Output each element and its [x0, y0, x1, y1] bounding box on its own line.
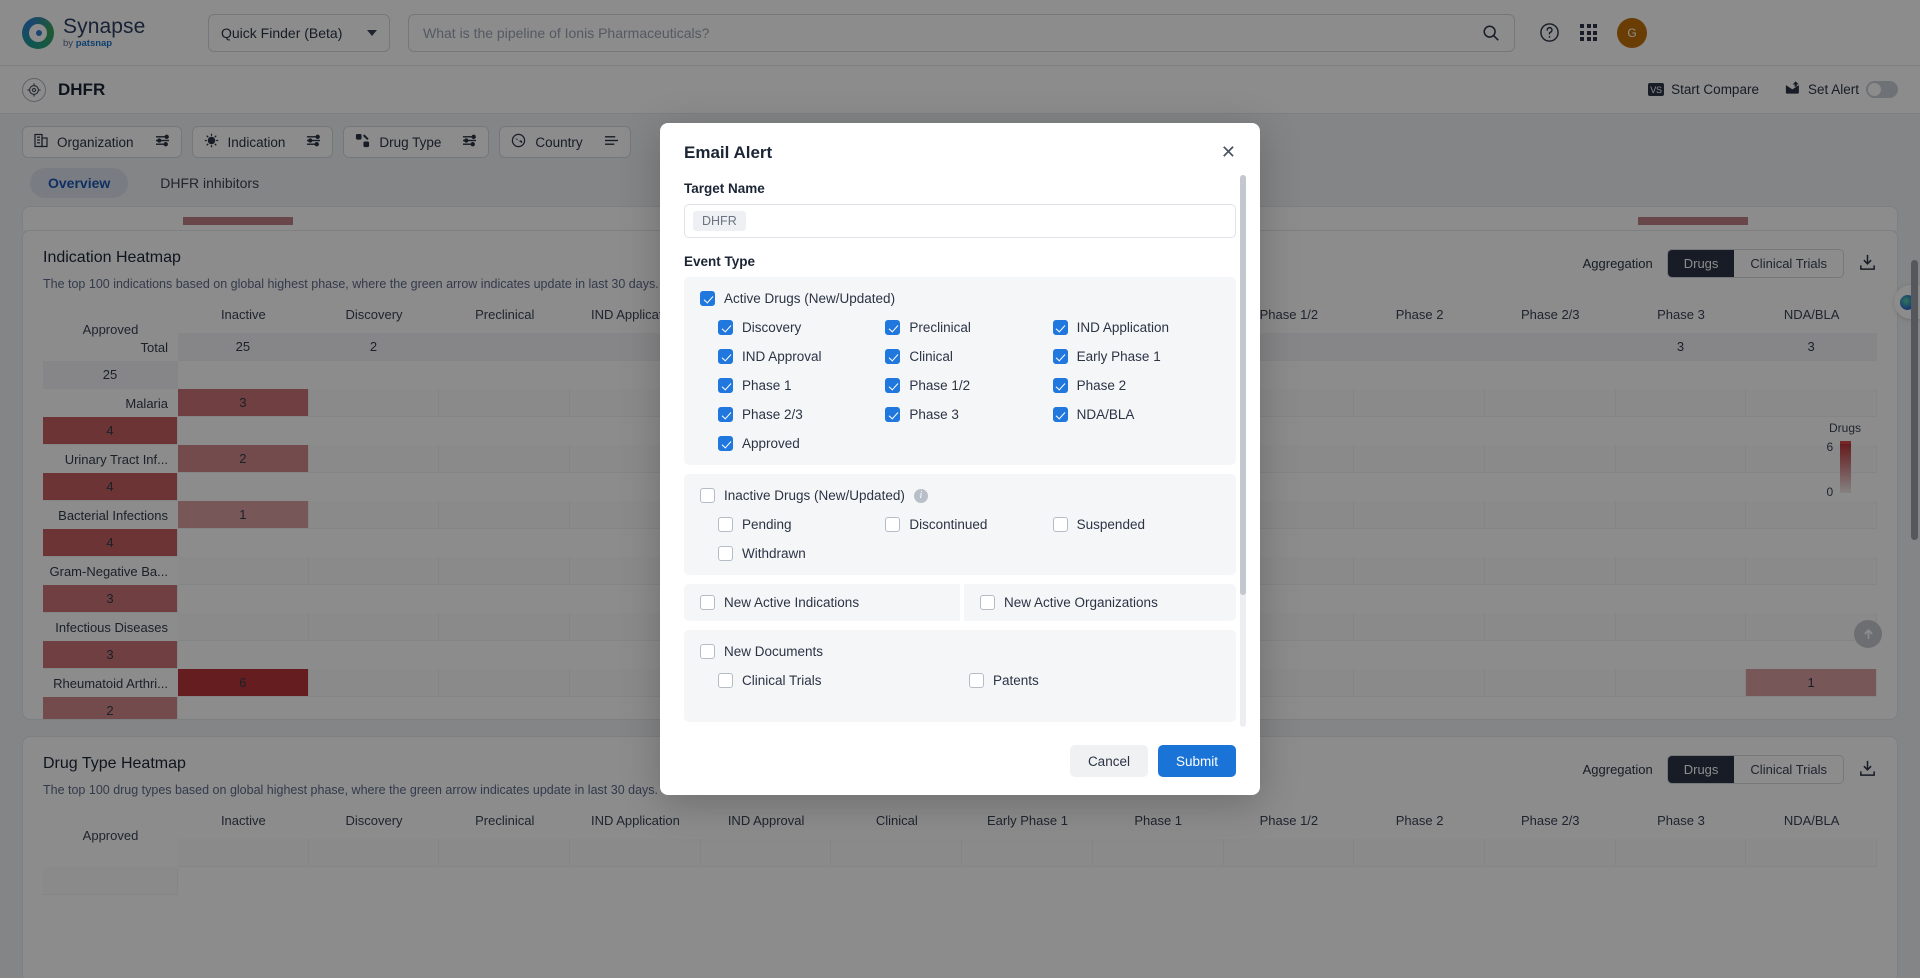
checkbox-icon[interactable]	[700, 488, 715, 503]
option-checkbox[interactable]: Withdrawn	[718, 546, 885, 561]
checkbox-label: Clinical	[909, 349, 953, 364]
group-checkbox-new-documents[interactable]: New Documents	[700, 644, 1220, 659]
checkbox-label: New Active Indications	[724, 595, 860, 610]
checkbox-label: New Active Organizations	[1004, 595, 1158, 610]
option-checkbox[interactable]: IND Approval	[718, 349, 885, 364]
checkbox-icon[interactable]	[1052, 378, 1068, 393]
checkbox-label: Pending	[742, 517, 792, 532]
option-checkbox[interactable]: Phase 3	[885, 407, 1052, 422]
checkbox-icon[interactable]	[885, 349, 901, 364]
option-checkbox[interactable]: Phase 2/3	[718, 407, 885, 422]
modal-header: Email Alert ✕	[660, 123, 1260, 167]
checkbox-icon[interactable]	[718, 349, 733, 364]
modal-footer: Cancel Submit	[660, 731, 1260, 795]
checkbox-label: Phase 1	[742, 378, 792, 393]
checkbox-icon[interactable]	[700, 595, 715, 610]
group-options-inactive-drugs: Pending Discontinued Suspended Withdrawn	[700, 517, 1220, 561]
checkbox-label: New Documents	[724, 644, 824, 659]
modal-scrollbar[interactable]	[1240, 175, 1246, 727]
option-checkbox[interactable]: Patents	[969, 673, 1220, 688]
checkbox-icon[interactable]	[1052, 517, 1068, 532]
checkbox-label: Phase 3	[909, 407, 959, 422]
checkbox-label: NDA/BLA	[1076, 407, 1135, 422]
option-checkbox[interactable]: Clinical	[885, 349, 1052, 364]
checkbox-label: Clinical Trials	[742, 673, 822, 688]
checkbox-icon[interactable]	[885, 378, 901, 393]
checkbox-icon[interactable]	[700, 644, 715, 659]
modal-title: Email Alert	[684, 143, 773, 162]
checkbox-label: Preclinical	[909, 320, 971, 335]
checkbox-icon[interactable]	[718, 378, 733, 393]
option-checkbox[interactable]: Pending	[718, 517, 885, 532]
checkbox-icon[interactable]	[700, 291, 715, 306]
checkbox-label: IND Approval	[742, 349, 822, 364]
checkbox-icon[interactable]	[718, 320, 733, 335]
target-name-tag: DHFR	[693, 211, 746, 231]
option-checkbox[interactable]: Approved	[718, 436, 885, 451]
event-type-label: Event Type	[684, 254, 756, 269]
option-checkbox[interactable]: Discovery	[718, 320, 885, 335]
checkbox-icon[interactable]	[885, 517, 901, 532]
checkbox-label: Inactive Drugs (New/Updated)	[724, 488, 905, 503]
checkbox-icon[interactable]	[718, 407, 733, 422]
modal-body: Target Name DHFR Event Type Active Drugs…	[660, 167, 1260, 731]
checkbox-icon[interactable]	[885, 407, 901, 422]
checkbox-label: Discontinued	[909, 517, 988, 532]
checkbox-icon[interactable]	[1052, 349, 1068, 364]
checkbox-icon[interactable]	[718, 673, 733, 688]
group-options-new-documents: Clinical Trials Patents	[700, 673, 1220, 688]
checkbox-icon[interactable]	[1052, 320, 1068, 335]
group-active-drugs: Active Drugs (New/Updated) Discovery Precl…	[684, 277, 1236, 465]
email-alert-modal: Email Alert ✕ Target Name DHFR Event Typ…	[660, 123, 1260, 795]
option-checkbox[interactable]: NDA/BLA	[1052, 407, 1220, 422]
checkbox-icon[interactable]	[980, 595, 995, 610]
checkbox-label: Approved	[742, 436, 800, 451]
checkbox-label: Phase 2	[1076, 378, 1127, 393]
option-checkbox[interactable]: Phase 1	[718, 378, 885, 393]
target-name-label: Target Name	[684, 181, 765, 196]
group-checkbox-inactive-drugs[interactable]: Inactive Drugs (New/Updated) i	[700, 488, 1220, 503]
checkbox-label: Suspended	[1076, 517, 1145, 532]
checkbox-label: Active Drugs (New/Updated)	[724, 291, 896, 306]
target-name-field[interactable]: DHFR	[684, 204, 1236, 238]
checkbox-label: Phase 2/3	[742, 407, 803, 422]
checkbox-label: IND Application	[1076, 320, 1169, 335]
checkbox-icon[interactable]	[718, 517, 733, 532]
cancel-button[interactable]: Cancel	[1069, 745, 1148, 777]
option-checkbox[interactable]: Suspended	[1052, 517, 1220, 532]
option-checkbox[interactable]: Phase 1/2	[885, 378, 1052, 393]
close-icon[interactable]: ✕	[1221, 143, 1236, 161]
checkbox-label: Phase 1/2	[909, 378, 971, 393]
option-checkbox[interactable]: New Active Indications	[700, 595, 944, 610]
checkbox-icon[interactable]	[718, 436, 733, 451]
option-checkbox[interactable]: Phase 2	[1052, 378, 1220, 393]
option-checkbox[interactable]: Preclinical	[885, 320, 1052, 335]
option-checkbox[interactable]: IND Application	[1052, 320, 1220, 335]
info-icon[interactable]: i	[913, 488, 928, 503]
group-options-active-drugs: Discovery Preclinical IND Application IND A…	[700, 320, 1220, 451]
group-checkbox-active-drugs[interactable]: Active Drugs (New/Updated)	[700, 291, 1220, 306]
email-alert-modal-layer: Email Alert ✕ Target Name DHFR Event Typ…	[0, 0, 1920, 978]
option-checkbox[interactable]: Discontinued	[885, 517, 1052, 532]
option-checkbox[interactable]: Early Phase 1	[1052, 349, 1220, 364]
submit-button[interactable]: Submit	[1157, 745, 1236, 777]
checkbox-icon[interactable]	[969, 673, 984, 688]
group-new-documents: New Documents Clinical Trials Patents	[684, 630, 1236, 722]
checkbox-icon[interactable]	[885, 320, 901, 335]
option-checkbox[interactable]: New Active Organizations	[980, 595, 1220, 610]
option-checkbox[interactable]: Clinical Trials	[718, 673, 969, 688]
group-inactive-drugs: Inactive Drugs (New/Updated) i Pending Disc…	[684, 474, 1236, 575]
checkbox-icon[interactable]	[1052, 407, 1068, 422]
checkbox-label: Discovery	[742, 320, 802, 335]
checkbox-icon[interactable]	[718, 546, 733, 561]
checkbox-label: Patents	[993, 673, 1039, 688]
checkbox-label: Early Phase 1	[1076, 349, 1161, 364]
checkbox-label: Withdrawn	[742, 546, 806, 561]
new-active-row: New Active Indications New Active Organiz…	[684, 584, 1236, 621]
event-type-groups: Active Drugs (New/Updated) Discovery Precl…	[684, 277, 1236, 722]
